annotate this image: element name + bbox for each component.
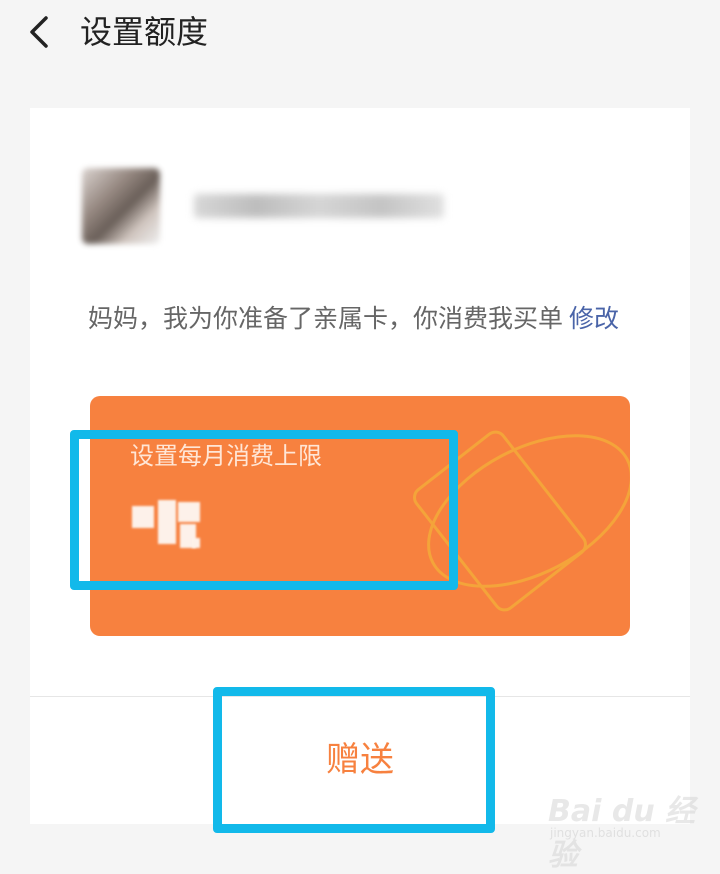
monthly-limit-amount[interactable] <box>130 496 210 554</box>
message-text: 妈妈，我为你准备了亲属卡，你消费我买单 <box>88 304 564 333</box>
modify-link[interactable]: 修改 <box>569 304 619 333</box>
monthly-limit-label: 设置每月消费上限 <box>130 442 322 470</box>
watermark-sub: jingyan.baidu.com <box>550 826 661 840</box>
page-title: 设置额度 <box>80 13 209 51</box>
card-decoration-icon <box>413 430 630 612</box>
family-card: 设置每月消费上限 <box>90 396 630 636</box>
card-message: 妈妈，我为你准备了亲属卡，你消费我买单 修改 <box>88 302 619 336</box>
blurred-username <box>194 194 444 218</box>
content-panel: 妈妈，我为你准备了亲属卡，你消费我买单 修改 设置每月消费上限 赠送 <box>30 108 690 824</box>
header: 设置额度 <box>0 0 720 64</box>
avatar <box>82 168 160 244</box>
back-chevron-icon[interactable] <box>22 10 62 54</box>
baidu-watermark: Bai du 经验 jingyan.baidu.com <box>548 786 708 873</box>
user-info <box>82 164 444 248</box>
